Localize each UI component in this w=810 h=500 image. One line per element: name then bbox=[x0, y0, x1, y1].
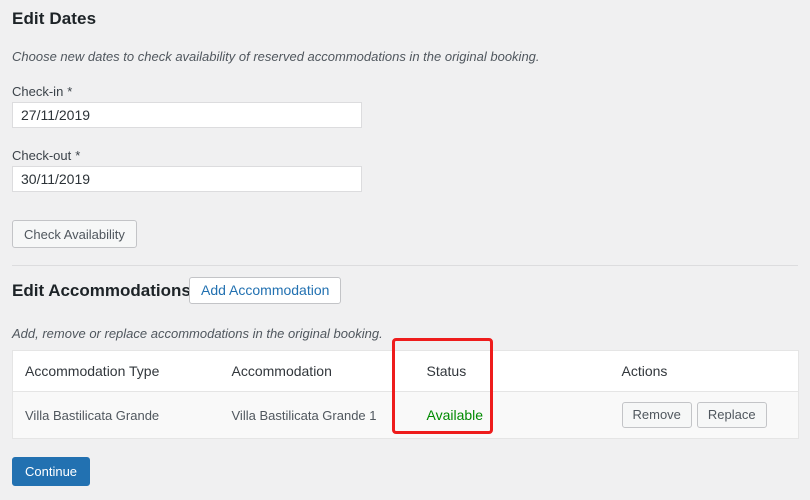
column-header-accommodation: Accommodation bbox=[219, 350, 415, 392]
edit-accommodations-description: Add, remove or replace accommodations in… bbox=[12, 326, 383, 341]
column-header-actions: Actions bbox=[609, 350, 799, 392]
checkout-required-asterisk: * bbox=[75, 148, 81, 163]
checkin-label-text: Check-in bbox=[12, 84, 64, 99]
cell-accommodation: Villa Bastilicata Grande 1 bbox=[219, 391, 415, 439]
accommodations-table-header: Accommodation Type Accommodation Status … bbox=[12, 350, 799, 392]
checkin-date-input[interactable] bbox=[12, 102, 362, 128]
checkout-label: Check-out * bbox=[12, 148, 80, 163]
cell-accommodation-type: Villa Bastilicata Grande bbox=[12, 391, 220, 439]
cell-status: Available bbox=[414, 391, 610, 439]
edit-accommodations-heading: Edit Accommodations bbox=[12, 281, 191, 300]
checkout-label-text: Check-out bbox=[12, 148, 72, 163]
accommodations-table: Accommodation Type Accommodation Status … bbox=[12, 350, 799, 439]
edit-dates-heading: Edit Dates bbox=[12, 9, 97, 28]
section-divider bbox=[12, 264, 798, 266]
accommodations-table-body: Villa Bastilicata Grande Villa Bastilica… bbox=[12, 391, 799, 439]
checkin-required-asterisk: * bbox=[67, 84, 73, 99]
continue-button[interactable]: Continue bbox=[12, 457, 91, 486]
check-availability-button[interactable]: Check Availability bbox=[12, 220, 137, 248]
replace-accommodation-button[interactable]: Replace bbox=[696, 402, 767, 428]
column-header-status: Status bbox=[414, 350, 610, 392]
add-accommodation-button[interactable]: Add Accommodation bbox=[189, 277, 342, 304]
table-row: Villa Bastilicata Grande Villa Bastilica… bbox=[12, 391, 799, 439]
checkout-date-input[interactable] bbox=[12, 166, 362, 192]
checkin-label: Check-in * bbox=[12, 84, 72, 99]
table-header-row: Accommodation Type Accommodation Status … bbox=[12, 350, 799, 392]
cell-actions: Remove Replace bbox=[609, 391, 799, 439]
column-header-accommodation-type: Accommodation Type bbox=[12, 350, 220, 392]
remove-accommodation-button[interactable]: Remove bbox=[621, 402, 692, 428]
edit-dates-description: Choose new dates to check availability o… bbox=[12, 49, 540, 64]
status-badge-available: Available bbox=[426, 407, 484, 423]
edit-booking-page: Edit Dates Choose new dates to check ava… bbox=[0, 0, 810, 500]
